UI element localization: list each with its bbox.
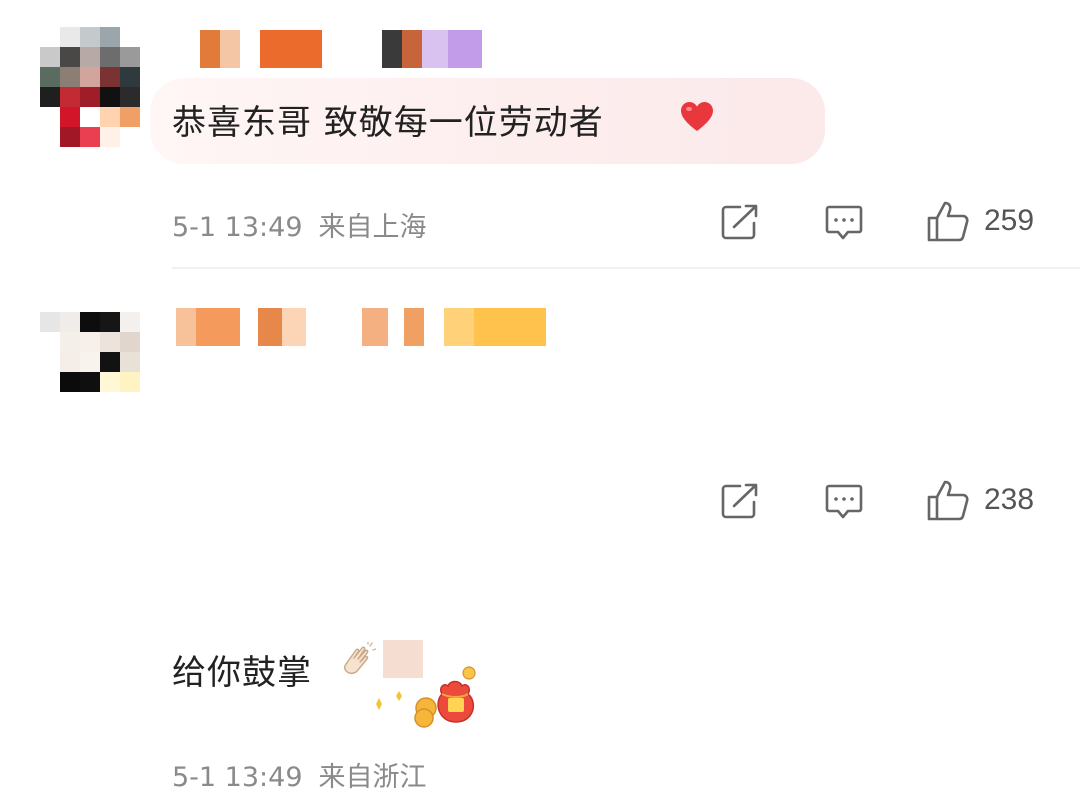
share-icon — [721, 483, 758, 519]
thumbs-up-icon — [927, 201, 969, 242]
ip-location: 来自浙江 — [318, 762, 427, 793]
heart-icon — [681, 102, 713, 131]
comment-icon — [825, 484, 863, 519]
reply-button[interactable] — [824, 203, 864, 243]
reply-button[interactable] — [824, 482, 864, 522]
divider — [172, 267, 1080, 269]
like-button[interactable]: 238 — [926, 478, 1034, 522]
timestamp: 5-1 13:49 — [172, 212, 303, 243]
ip-location: 来自上海 — [318, 212, 427, 243]
share-icon — [721, 204, 758, 240]
share-button[interactable] — [720, 482, 760, 520]
like-button[interactable]: 259 — [926, 199, 1034, 243]
like-count: 238 — [984, 483, 1035, 516]
comment-meta: 5-1 13:49 来自上海 — [172, 205, 427, 244]
comment-item: 恭喜东哥 致敬每一位劳动者 5-1 13:49 来自上海 259 — [0, 0, 1080, 268]
avatar[interactable] — [40, 292, 140, 412]
thumbs-up-icon — [927, 480, 969, 521]
username[interactable] — [200, 30, 490, 68]
avatar[interactable] — [40, 27, 140, 147]
timestamp: 5-1 13:49 — [172, 762, 303, 793]
comment-meta: 5-1 13:49 来自浙江 — [172, 755, 427, 794]
like-count: 259 — [984, 204, 1035, 237]
comment-icon — [825, 205, 863, 240]
username[interactable] — [176, 308, 546, 346]
comment-text: 恭喜东哥 致敬每一位劳动者 — [172, 103, 604, 143]
share-button[interactable] — [720, 203, 760, 241]
comment-text: 给你鼓掌 — [172, 653, 312, 693]
comment-item: 给你鼓掌 5-1 13:49 来自浙江 — [0, 270, 1080, 793]
red-envelope-sticker-icon — [376, 666, 476, 728]
